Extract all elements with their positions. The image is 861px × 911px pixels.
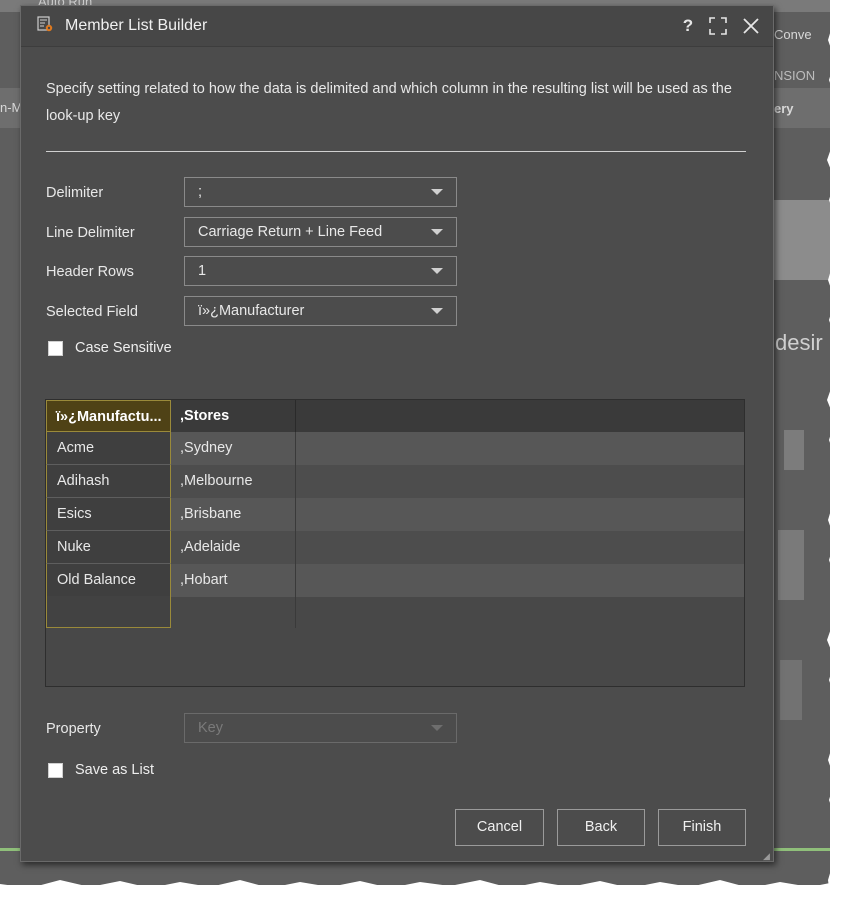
chevron-down-icon [431, 189, 443, 195]
column-header-manufacturer[interactable]: ï»¿Manufactu... [46, 400, 171, 432]
background-bars-icon [780, 660, 802, 720]
background-text-nsion: NSION [774, 68, 816, 83]
chevron-down-icon [431, 308, 443, 314]
property-dropdown: Key [184, 713, 457, 743]
header-rows-label: Header Rows [46, 264, 134, 280]
property-value: Key [198, 720, 223, 736]
line-delimiter-label: Line Delimiter [46, 225, 135, 241]
table-row[interactable]: Nuke ,Adelaide [46, 531, 744, 564]
save-as-list-box[interactable] [48, 763, 63, 778]
divider [46, 151, 746, 152]
column-divider [295, 596, 296, 628]
grid-header: ï»¿Manufactu... ,Stores [46, 400, 744, 432]
selected-field-dropdown[interactable]: ï»¿Manufacturer [184, 296, 457, 326]
table-row[interactable]: Acme ,Sydney [46, 432, 744, 465]
table-row[interactable]: Adihash ,Melbourne [46, 465, 744, 498]
background-text-desir: desir [775, 330, 823, 355]
delimiter-dropdown[interactable]: ; [184, 177, 457, 207]
selected-field-value: ï»¿Manufacturer [198, 303, 305, 319]
cell-stores[interactable]: ,Adelaide [171, 531, 296, 564]
cell-stores[interactable]: ,Brisbane [171, 498, 296, 531]
background-text-ery: ery [774, 101, 794, 116]
table-row[interactable]: Esics ,Brisbane [46, 498, 744, 531]
chevron-down-icon [431, 229, 443, 235]
cell-stores[interactable]: ,Melbourne [171, 465, 296, 498]
background-share-icon [784, 430, 804, 470]
save-as-list-label: Save as List [75, 762, 154, 778]
line-delimiter-value: Carriage Return + Line Feed [198, 224, 383, 240]
chevron-down-icon [431, 725, 443, 731]
cell-manufacturer[interactable]: Nuke [46, 531, 171, 564]
cell-stores[interactable]: ,Sydney [171, 432, 296, 465]
cell-manufacturer[interactable]: Old Balance [46, 564, 171, 597]
delimiter-label: Delimiter [46, 185, 104, 201]
cancel-button[interactable]: Cancel [455, 809, 544, 846]
member-list-builder-dialog: Member List Builder ? Specify setting re… [20, 5, 774, 862]
column-header-stores[interactable]: ,Stores [171, 400, 296, 432]
finish-button[interactable]: Finish [658, 809, 746, 846]
cell-manufacturer[interactable]: Esics [46, 498, 171, 531]
case-sensitive-box[interactable] [48, 341, 63, 356]
close-icon [743, 18, 759, 34]
cell-stores[interactable]: ,Hobart [171, 564, 296, 597]
case-sensitive-label: Case Sensitive [75, 340, 172, 356]
line-delimiter-dropdown[interactable]: Carriage Return + Line Feed [184, 217, 457, 247]
maximize-button[interactable] [707, 15, 729, 37]
dialog-titlebar: Member List Builder ? [21, 6, 773, 47]
background-chart-icon [778, 530, 804, 600]
background-text-conve: Conve [774, 27, 812, 42]
instructions-text: Specify setting related to how the data … [46, 81, 732, 124]
header-rows-dropdown[interactable]: 1 [184, 256, 457, 286]
close-button[interactable] [740, 15, 762, 37]
back-button[interactable]: Back [557, 809, 645, 846]
list-settings-icon [37, 16, 53, 32]
cell-manufacturer[interactable]: Adihash [46, 465, 171, 498]
property-label: Property [46, 721, 101, 737]
table-row[interactable]: Old Balance ,Hobart [46, 564, 744, 597]
cell-manufacturer[interactable]: Acme [46, 432, 171, 465]
empty-new-row-cell[interactable] [46, 596, 171, 628]
help-icon: ? [682, 16, 694, 35]
delimiter-value: ; [198, 184, 203, 200]
maximize-icon [709, 17, 727, 35]
resize-grip-icon[interactable]: ◢ [763, 851, 771, 861]
help-button[interactable]: ? [677, 15, 699, 37]
background-panel [774, 200, 830, 280]
chevron-down-icon [431, 268, 443, 274]
header-rows-value: 1 [198, 263, 207, 279]
dialog-title: Member List Builder [65, 17, 208, 34]
preview-grid: ï»¿Manufactu... ,Stores Acme ,Sydney Adi… [45, 399, 745, 687]
selected-field-label: Selected Field [46, 304, 138, 320]
